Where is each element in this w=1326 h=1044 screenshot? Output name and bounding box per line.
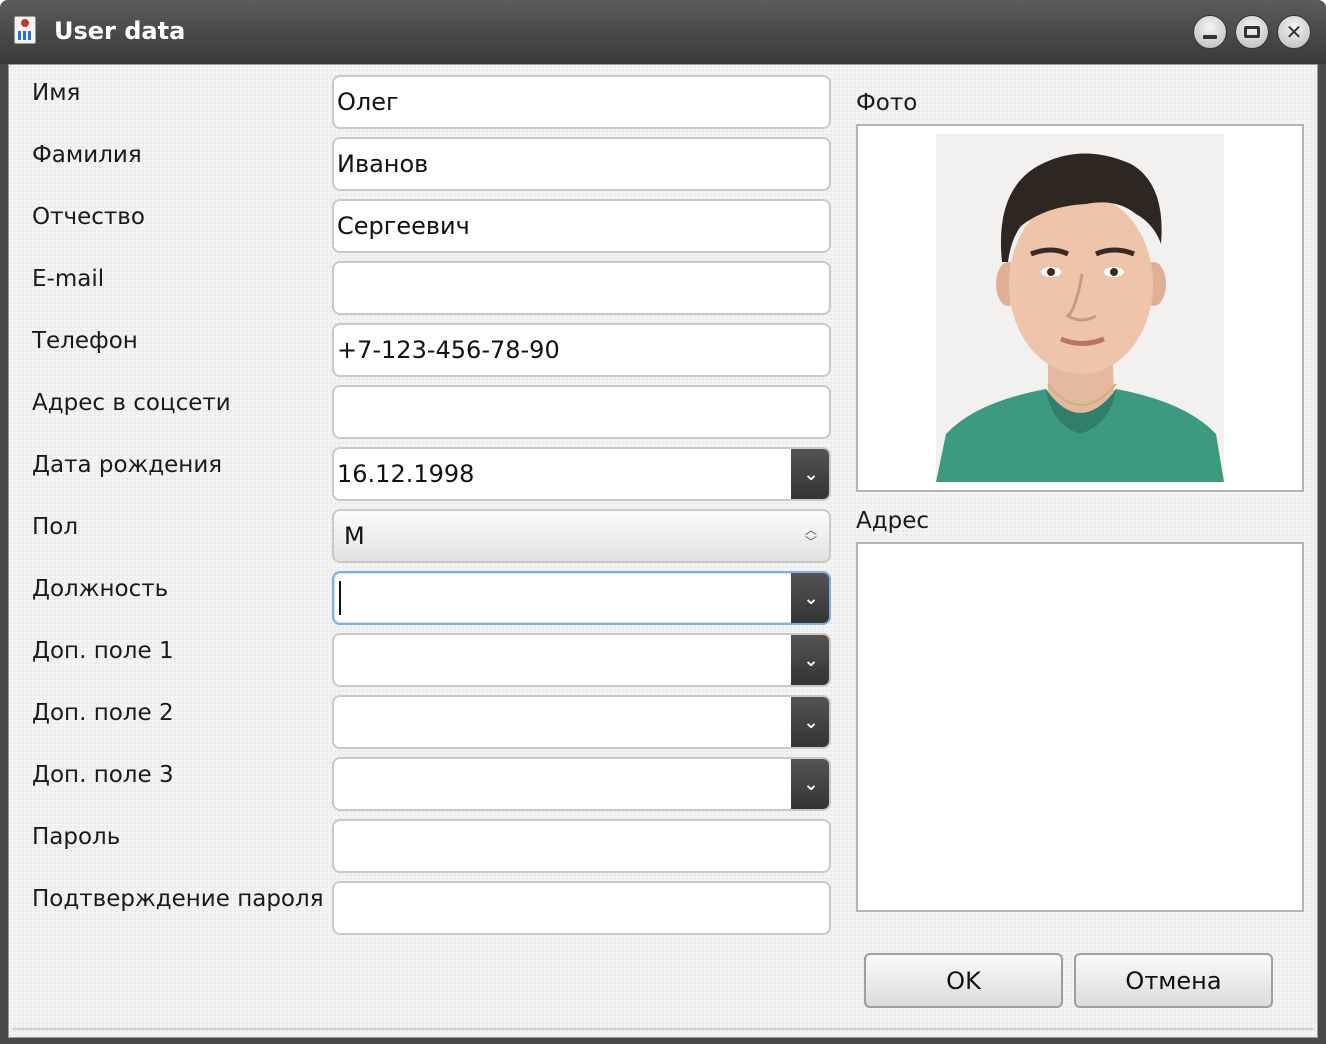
extra-field-2-dropdown-button[interactable]: ⌄ [791,697,829,747]
label-last-name: Фамилия [32,142,142,168]
up-down-arrows-icon: ︿ ﹀ [804,523,817,549]
label-extra-field-1: Доп. поле 1 [32,638,174,664]
close-button[interactable]: ✕ [1277,15,1311,49]
title-bar[interactable]: User data ✕ [0,0,1326,64]
birth-date-dropdown-button[interactable]: ⌄ [791,449,829,499]
label-extra-field-3: Доп. поле 3 [32,762,174,788]
first-name-value: Олег [337,88,399,116]
label-position: Должность [32,576,169,602]
extra-field-1-dropdown-button[interactable]: ⌄ [791,635,829,685]
label-gender: Пол [32,514,79,540]
birth-date-value: 16.12.1998 [337,460,475,488]
password-confirm-input[interactable] [332,881,831,935]
app-icon [14,16,36,44]
password-input[interactable] [332,819,831,873]
email-input[interactable] [332,261,831,315]
last-name-value: Иванов [337,150,429,178]
text-caret [339,581,341,615]
chevron-down-icon: ⌄ [803,463,819,485]
social-address-input[interactable] [332,385,831,439]
bottom-divider [12,1028,1314,1030]
label-patronymic: Отчество [32,204,145,230]
position-combobox[interactable]: ⌄ [332,571,831,625]
close-icon: ✕ [1285,20,1303,44]
label-birth-date: Дата рождения [32,452,223,478]
minimize-icon [1203,35,1217,39]
label-password-confirm: Подтверждение пароля [32,886,324,912]
address-label: Адрес [856,508,930,534]
chevron-down-icon: ⌄ [803,711,819,733]
gender-select[interactable]: М ︿ ﹀ [332,509,831,563]
minimize-button[interactable] [1193,15,1227,49]
ok-button[interactable]: OK [864,953,1063,1008]
address-textarea[interactable] [856,542,1304,912]
chevron-down-icon: ⌄ [803,773,819,795]
last-name-input[interactable]: Иванов [332,137,831,191]
phone-value: +7-123-456-78-90 [337,336,560,364]
extra-field-3-combobox[interactable]: ⌄ [332,757,831,811]
label-first-name: Имя [32,80,81,106]
label-social-address: Адрес в соцсети [32,390,231,416]
extra-field-1-combobox[interactable]: ⌄ [332,633,831,687]
cancel-button[interactable]: Отмена [1074,953,1273,1008]
extra-field-3-dropdown-button[interactable]: ⌄ [791,759,829,809]
patronymic-value: Сергеевич [337,212,470,240]
label-password: Пароль [32,824,121,850]
phone-input[interactable]: +7-123-456-78-90 [332,323,831,377]
label-email: E-mail [32,266,105,292]
gender-value: М [344,522,365,550]
patronymic-input[interactable]: Сергеевич [332,199,831,253]
user-data-window: User data ✕ Имя Фамилия Отчество E-mail … [0,0,1326,1044]
chevron-down-icon: ⌄ [803,587,819,609]
first-name-input[interactable]: Олег [332,75,831,129]
window-title: User data [54,17,186,45]
user-photo [936,134,1224,482]
maximize-icon [1244,26,1260,38]
position-dropdown-button[interactable]: ⌄ [791,573,829,623]
chevron-down-icon: ⌄ [803,649,819,671]
birth-date-picker[interactable]: 16.12.1998 ⌄ [332,447,831,501]
maximize-button[interactable] [1235,15,1269,49]
label-phone: Телефон [32,328,138,354]
label-extra-field-2: Доп. поле 2 [32,700,174,726]
photo-frame[interactable] [856,124,1304,492]
photo-label: Фото [856,90,918,116]
extra-field-2-combobox[interactable]: ⌄ [332,695,831,749]
